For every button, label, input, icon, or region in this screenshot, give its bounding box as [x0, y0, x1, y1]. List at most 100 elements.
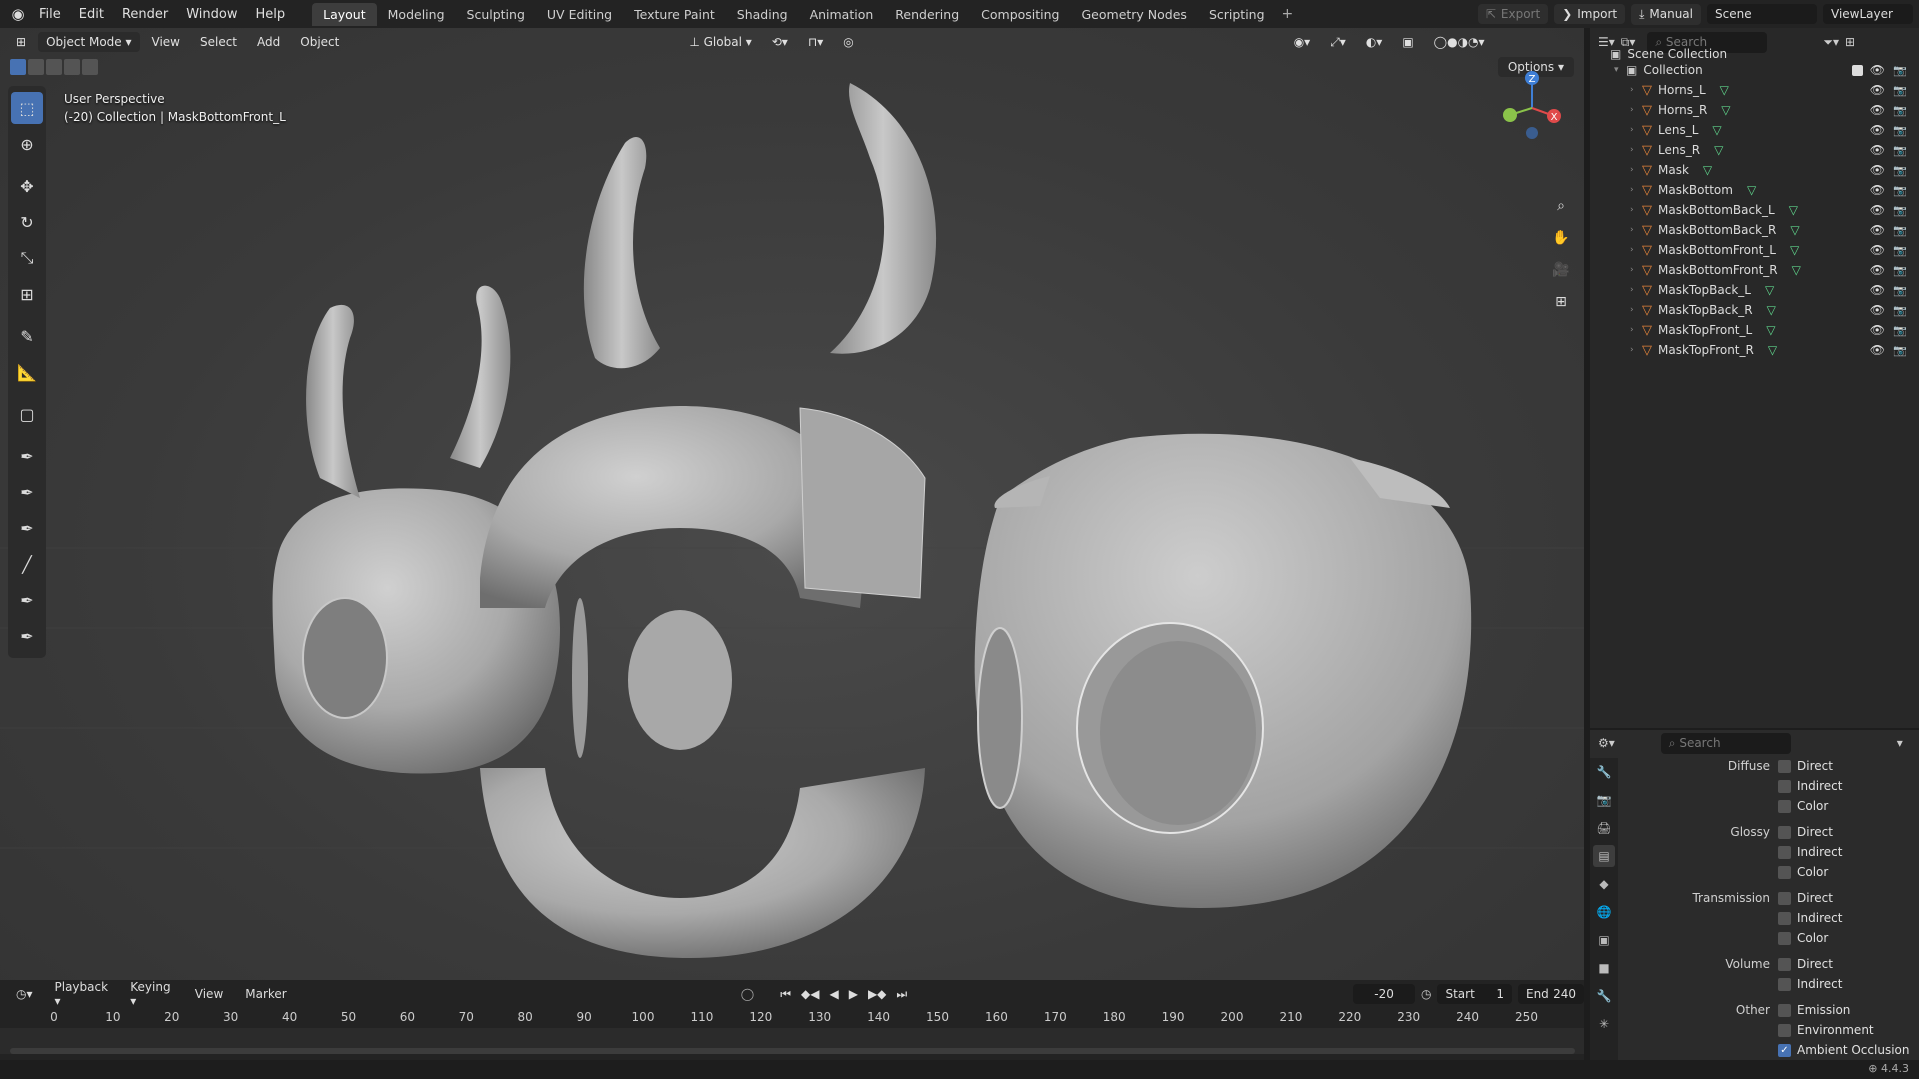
pass-checkbox[interactable] — [1778, 911, 1791, 925]
end-frame-field[interactable]: End 240 — [1517, 984, 1584, 1004]
particles-tab-icon[interactable]: ✳ — [1593, 1013, 1615, 1035]
viewport-scene[interactable] — [0, 28, 1584, 980]
camera-view-icon[interactable]: 🎥 — [1548, 257, 1574, 283]
render-camera-icon[interactable]: 📷 — [1893, 84, 1907, 97]
workspace-tab-layout[interactable]: Layout — [312, 2, 377, 26]
expand-icon[interactable]: › — [1630, 165, 1642, 175]
workspace-tab-uv-editing[interactable]: UV Editing — [536, 3, 623, 26]
shading-modes-icon[interactable]: ◯●◑◔▾ — [1426, 32, 1493, 52]
expand-icon[interactable]: › — [1630, 225, 1642, 235]
playback-menu[interactable]: Playback ▾ — [47, 978, 117, 1010]
snap-icon[interactable]: ⊓▾ — [800, 32, 831, 52]
select-menu[interactable]: Select — [192, 32, 245, 52]
visibility-icon[interactable]: ◉▾ — [1286, 32, 1319, 52]
view-layer-selector[interactable]: ViewLayer — [1823, 4, 1913, 24]
axis-gizmo[interactable]: Z X — [1492, 68, 1572, 148]
visibility-eye-icon[interactable]: 👁 — [1870, 263, 1885, 277]
render-camera-icon[interactable]: 📷 — [1893, 244, 1907, 257]
select-invert-icon[interactable] — [64, 59, 80, 75]
select-new-icon[interactable] — [10, 59, 26, 75]
cursor-tool-icon[interactable]: ⊕ — [11, 128, 43, 160]
properties-options-icon[interactable]: ▾ — [1897, 736, 1903, 750]
current-frame-field[interactable]: -20 — [1353, 984, 1415, 1004]
line-tool-icon[interactable]: ╱ — [11, 548, 43, 580]
gizmo-toggle-icon[interactable]: ⤢▾ — [1322, 32, 1354, 53]
floating-horns[interactable] — [583, 83, 937, 369]
autokey-icon[interactable]: ◯ — [741, 987, 754, 1001]
workspace-tab-modeling[interactable]: Modeling — [377, 3, 456, 26]
outliner-object-row[interactable]: › ▽ MaskBottomFront_R ▽ 👁 📷 — [1590, 260, 1919, 280]
scene-tab-icon[interactable]: ◆ — [1593, 873, 1615, 895]
object-menu[interactable]: Object — [292, 32, 347, 52]
pass-checkbox[interactable] — [1778, 799, 1791, 813]
timeline-editor-type-icon[interactable]: ◷▾ — [8, 985, 41, 1003]
outliner-object-row[interactable]: › ▽ Lens_R ▽ 👁 📷 — [1590, 140, 1919, 160]
import-button[interactable]: ❯ Import — [1554, 4, 1626, 24]
render-camera-icon[interactable]: 📷 — [1893, 164, 1907, 177]
export-button[interactable]: ⇱ Export — [1477, 4, 1549, 24]
mesh-data-icon[interactable]: ▽ — [1703, 163, 1712, 177]
expand-icon[interactable]: › — [1630, 105, 1642, 115]
world-tab-icon[interactable]: 🌐 — [1593, 901, 1615, 923]
mesh-data-icon[interactable]: ▽ — [1767, 303, 1776, 317]
collection-tab-icon[interactable]: ▣ — [1593, 929, 1615, 951]
render-camera-icon[interactable]: 📷 — [1893, 204, 1907, 217]
pass-checkbox[interactable] — [1778, 1003, 1791, 1017]
menu-file[interactable]: File — [30, 7, 70, 22]
scene-selector[interactable]: Scene — [1707, 4, 1817, 24]
pass-checkbox[interactable] — [1778, 891, 1791, 905]
render-camera-icon[interactable]: 📷 — [1893, 264, 1907, 277]
visibility-eye-icon[interactable]: 👁 — [1870, 183, 1885, 197]
expand-icon[interactable]: › — [1630, 205, 1642, 215]
measure-tool-icon[interactable]: 📐 — [11, 356, 43, 388]
blender-logo-icon[interactable]: ◉ — [6, 4, 30, 24]
overlay-toggle-icon[interactable]: ◐▾ — [1358, 32, 1391, 52]
add-cube-tool-icon[interactable]: ▢ — [11, 398, 43, 430]
visibility-eye-icon[interactable]: 👁 — [1870, 123, 1885, 137]
pass-checkbox[interactable] — [1778, 931, 1791, 945]
outliner-object-row[interactable]: › ▽ MaskBottomFront_L ▽ 👁 📷 — [1590, 240, 1919, 260]
visibility-eye-icon[interactable]: 👁 — [1870, 303, 1885, 317]
render-camera-icon[interactable]: 📷 — [1893, 284, 1907, 297]
select-intersect-icon[interactable] — [82, 59, 98, 75]
mode-selector[interactable]: Object Mode ▾ — [38, 32, 140, 52]
pass-checkbox[interactable] — [1778, 1023, 1791, 1037]
next-keyframe-icon[interactable]: ▶◆ — [868, 987, 886, 1002]
visibility-eye-icon[interactable]: 👁 — [1870, 203, 1885, 217]
outliner-object-row[interactable]: › ▽ Lens_L ▽ 👁 📷 — [1590, 120, 1919, 140]
pass-checkbox[interactable] — [1778, 825, 1791, 839]
proportional-edit-icon[interactable]: ◎ — [835, 32, 861, 52]
orientation-selector[interactable]: ⊥ Global ▾ — [681, 32, 759, 52]
zoom-icon[interactable]: ⌕ — [1548, 193, 1574, 219]
render-camera-icon[interactable]: 📷 — [1893, 104, 1907, 117]
pass-checkbox[interactable] — [1778, 865, 1791, 879]
expand-icon[interactable]: › — [1630, 305, 1642, 315]
visibility-eye-icon[interactable]: 👁 — [1870, 323, 1885, 337]
select-box-tool-icon[interactable]: ⬚ — [11, 92, 43, 124]
outliner-object-row[interactable]: › ▽ MaskTopFront_R ▽ 👁 📷 — [1590, 340, 1919, 360]
pivot-icon[interactable]: ⟲▾ — [764, 32, 796, 52]
menu-help[interactable]: Help — [247, 7, 295, 22]
annotate-tool-icon[interactable]: ✎ — [11, 320, 43, 352]
mesh-data-icon[interactable]: ▽ — [1790, 243, 1799, 257]
play-reverse-icon[interactable]: ◀ — [829, 987, 838, 1002]
pan-hand-icon[interactable]: ✋ — [1548, 225, 1574, 251]
play-icon[interactable]: ▶ — [849, 987, 858, 1002]
expand-icon[interactable]: › — [1630, 145, 1642, 155]
visibility-eye-icon[interactable]: 👁 — [1870, 143, 1885, 157]
pass-checkbox[interactable] — [1778, 759, 1791, 773]
expand-icon[interactable]: › — [1630, 265, 1642, 275]
outliner-object-row[interactable]: › ▽ Horns_R ▽ 👁 📷 — [1590, 100, 1919, 120]
keying-menu[interactable]: Keying ▾ — [122, 978, 181, 1010]
manual-button[interactable]: ⤓ Manual — [1631, 3, 1701, 25]
mesh-data-icon[interactable]: ▽ — [1721, 103, 1730, 117]
move-tool-icon[interactable]: ✥ — [11, 170, 43, 202]
expand-icon[interactable]: › — [1630, 325, 1642, 335]
add-menu[interactable]: Add — [249, 32, 288, 52]
expand-icon[interactable]: › — [1630, 185, 1642, 195]
include-checkbox[interactable] — [1852, 64, 1863, 76]
outliner-object-row[interactable]: › ▽ Mask ▽ 👁 📷 — [1590, 160, 1919, 180]
pen-tool-icon[interactable]: ✒ — [11, 440, 43, 472]
rotate-tool-icon[interactable]: ↻ — [11, 206, 43, 238]
collection-row[interactable]: ▾ ▣ Collection 👁 📷 — [1590, 60, 1919, 80]
